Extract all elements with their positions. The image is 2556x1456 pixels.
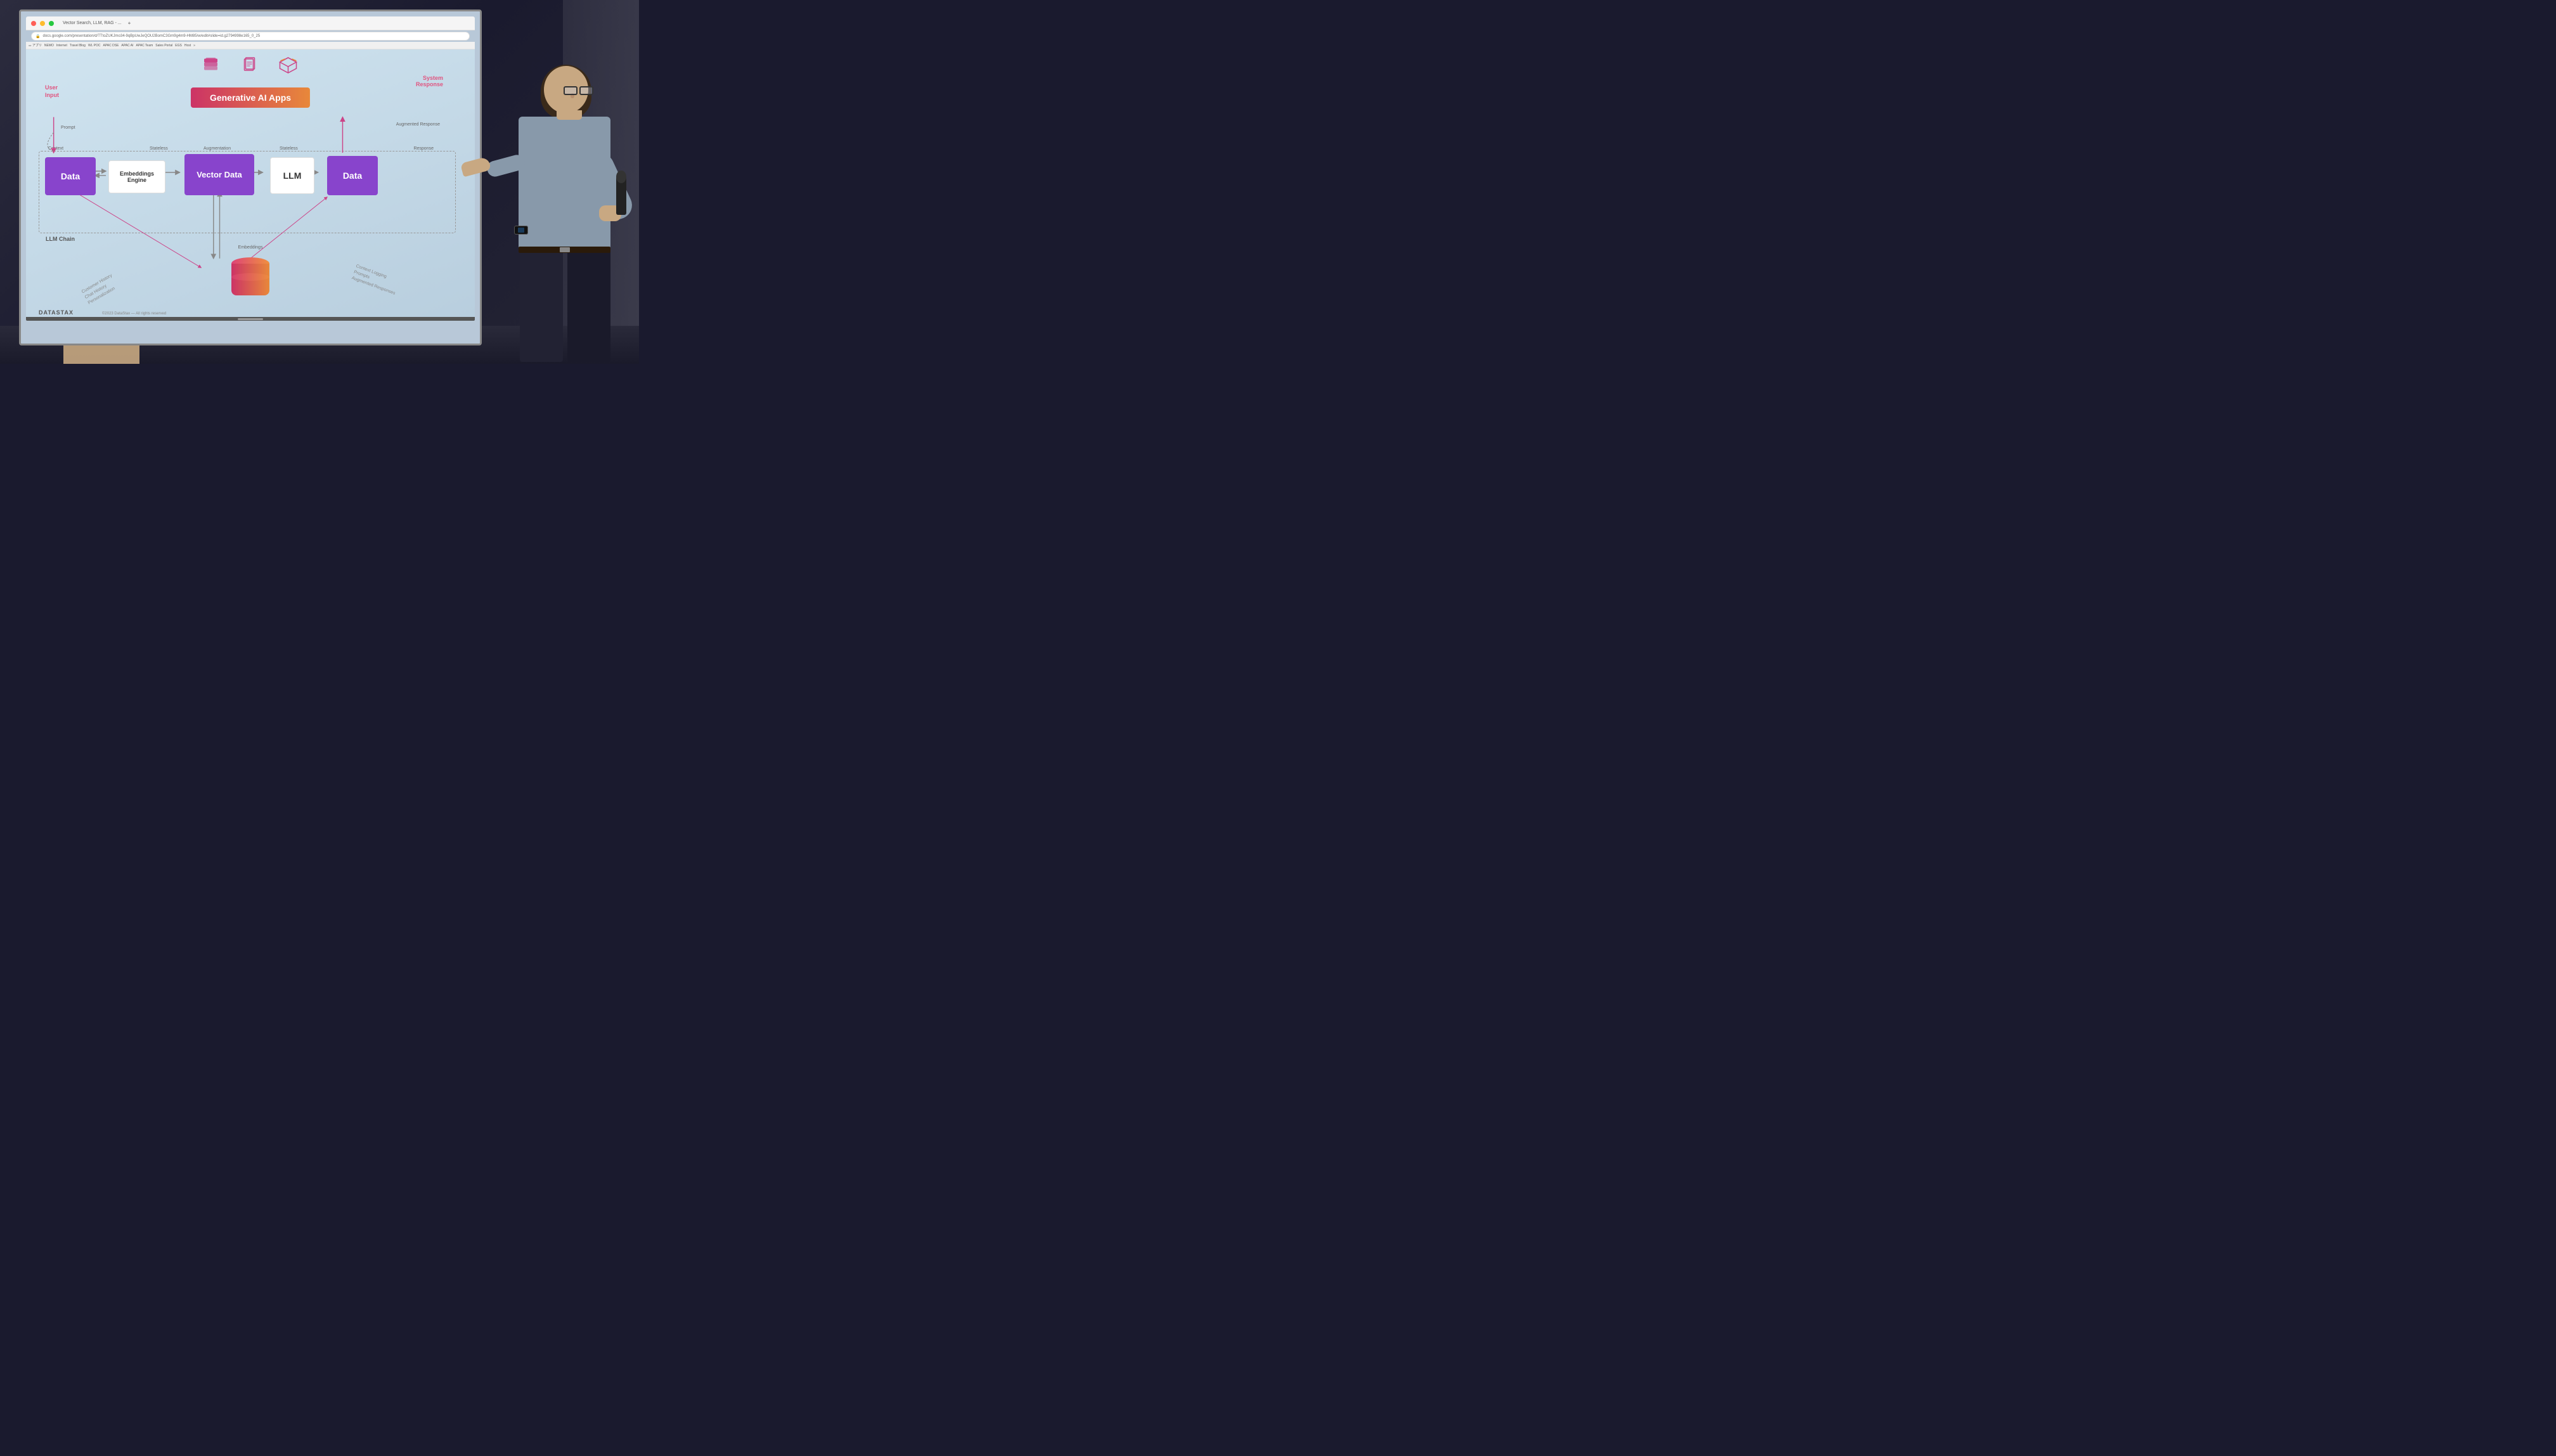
bookmark-apac-ai: APAC AI xyxy=(121,44,133,48)
prompt-label: Prompt xyxy=(61,126,75,130)
copyright-text: ©2023 DataStax — All rights reserved xyxy=(102,312,166,316)
presenter-belt xyxy=(519,247,610,253)
llm-chain-label: LLM Chain xyxy=(46,236,75,242)
data-left-box: Data xyxy=(45,157,96,195)
presenter-figure xyxy=(462,53,626,364)
bookmark-apac-team: APAC Team xyxy=(136,44,153,48)
bookmark-nemo: NEMO xyxy=(44,44,54,48)
projection-screen: Vector Search, LLM, RAG - ... + 🔒 docs.g… xyxy=(19,10,482,345)
database-cylinder xyxy=(231,257,269,302)
bookmark-egs: EGS xyxy=(175,44,182,48)
slide-bottom-bar xyxy=(26,317,475,321)
bookmark-host: Host xyxy=(184,44,191,48)
gen-ai-banner: Generative AI Apps xyxy=(191,87,310,108)
lock-icon: 🔒 xyxy=(36,34,40,39)
embeddings-engine-box: Embeddings Engine xyxy=(108,160,165,193)
stateless-label-2: Stateless xyxy=(280,146,298,151)
stateless-label-1: Stateless xyxy=(150,146,168,151)
close-dot xyxy=(31,21,36,26)
presenter-neck xyxy=(557,110,582,120)
browser-chrome: Vector Search, LLM, RAG - ... + xyxy=(26,16,475,30)
presenter-watch xyxy=(514,226,528,235)
bookmark-apac: APAC DSE xyxy=(103,44,119,48)
minimize-dot xyxy=(40,21,45,26)
db-mid-line xyxy=(231,273,269,281)
augmented-response-label: Augmented Response xyxy=(396,122,440,127)
tab-plus[interactable]: + xyxy=(128,20,131,26)
bookmark-more: » xyxy=(193,44,195,48)
url-text: docs.google.com/presentation/d/TTtoZUKJm… xyxy=(42,34,260,38)
bookmarks-bar: ⚏ アプリ NEMO Internet Travel Blog WL POC A… xyxy=(26,42,475,49)
context-logging-text: Context Logging Prompts Augmented Respon… xyxy=(351,263,400,297)
response-label: Response xyxy=(413,146,434,151)
bookmark-apps: ⚏ アプリ xyxy=(29,43,42,48)
tab-label: Vector Search, LLM, RAG - ... xyxy=(63,21,122,25)
slide-content: Generative AI Apps User Input System Res… xyxy=(26,49,475,321)
bookmark-sales: Sales Portal xyxy=(155,44,172,48)
slide-diagram: Generative AI Apps User Input System Res… xyxy=(26,49,475,321)
presenter-right-pant xyxy=(520,251,563,362)
slide-indicator xyxy=(238,318,263,320)
database-icon xyxy=(202,56,221,79)
user-input-label: User Input xyxy=(45,84,59,99)
top-icons xyxy=(202,56,300,79)
maximize-dot xyxy=(49,21,54,26)
box-3d-icon xyxy=(278,56,300,79)
vector-data-box: Vector Data xyxy=(184,154,254,195)
datastax-logo: DATASTAX xyxy=(39,309,74,316)
microphone xyxy=(616,174,626,215)
address-bar[interactable]: 🔒 docs.google.com/presentation/d/TTtoZUK… xyxy=(31,32,470,41)
documents-icon xyxy=(240,56,259,79)
customer-history-text: Customer History Chat History Personaliz… xyxy=(81,273,120,306)
bookmark-travel: Travel Blog xyxy=(70,44,86,48)
screen-frame: Vector Search, LLM, RAG - ... + 🔒 docs.g… xyxy=(19,10,482,345)
llm-box: LLM xyxy=(270,157,314,194)
augmentation-label: Augmentation xyxy=(203,146,231,151)
presenter-left-hand xyxy=(460,157,491,177)
presenter-glasses xyxy=(564,86,593,95)
bookmark-internet: Internet xyxy=(56,44,67,48)
presenter-left-pant xyxy=(567,251,610,362)
embeddings-label: Embeddings xyxy=(238,245,263,250)
context-label: Context xyxy=(48,146,63,151)
data-right-box: Data xyxy=(327,156,378,195)
system-response-label: System Response xyxy=(416,75,443,87)
bookmark-wl: WL POC xyxy=(88,44,101,48)
